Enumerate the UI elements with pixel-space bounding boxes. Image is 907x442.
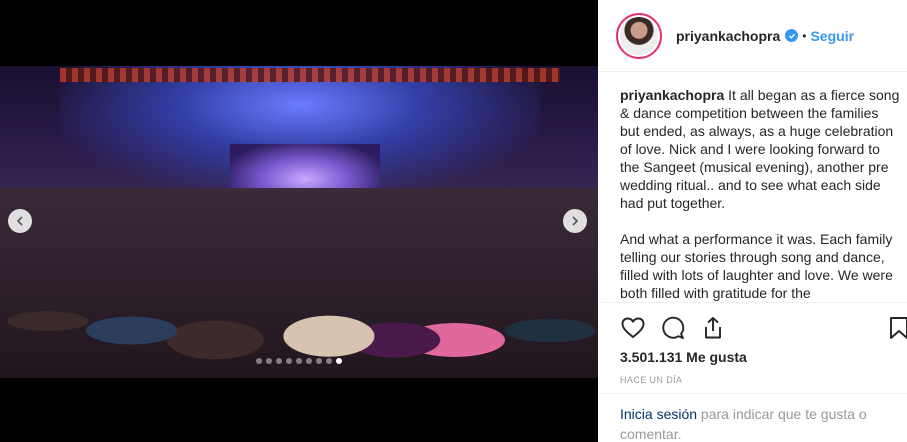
heart-icon bbox=[621, 317, 645, 339]
follow-button[interactable]: Seguir bbox=[810, 28, 854, 44]
header-username[interactable]: priyankachopra bbox=[676, 28, 780, 44]
header-separator: • bbox=[802, 28, 807, 43]
like-count[interactable]: 3.501.131 Me gusta bbox=[620, 349, 747, 365]
chevron-right-icon bbox=[572, 216, 579, 226]
photo-crowd bbox=[0, 188, 598, 378]
carousel-dot bbox=[316, 358, 322, 364]
comment-button[interactable] bbox=[660, 315, 686, 346]
carousel-indicator bbox=[256, 358, 342, 364]
like-button[interactable] bbox=[620, 315, 646, 346]
comment-icon bbox=[662, 316, 685, 339]
caption-paragraph-2: And what a performance it was. Each fami… bbox=[620, 231, 893, 301]
share-button[interactable] bbox=[700, 315, 726, 346]
save-button[interactable] bbox=[887, 315, 907, 346]
post-timestamp[interactable]: HACE UN DÍA bbox=[620, 375, 682, 385]
carousel-dot bbox=[326, 358, 332, 364]
login-link[interactable]: Inicia sesión bbox=[620, 406, 697, 422]
caption-paragraph-1: priyankachopra It all began as a fierce … bbox=[620, 86, 900, 212]
carousel-dot bbox=[276, 358, 282, 364]
photo-truss bbox=[60, 68, 560, 82]
login-prompt: Inicia sesión para indicar que te gusta … bbox=[598, 393, 907, 442]
caption-username[interactable]: priyankachopra bbox=[620, 87, 724, 103]
post-photo[interactable] bbox=[0, 66, 598, 378]
carousel-dot bbox=[306, 358, 312, 364]
post-header: priyankachopra • Seguir bbox=[598, 0, 907, 72]
carousel-dot bbox=[296, 358, 302, 364]
action-icons bbox=[620, 315, 726, 346]
avatar[interactable] bbox=[616, 12, 662, 59]
post-caption: priyankachopra It all began as a fierce … bbox=[620, 86, 900, 301]
carousel-dot bbox=[266, 358, 272, 364]
verified-badge-icon bbox=[785, 29, 799, 42]
carousel-dot bbox=[256, 358, 262, 364]
post-media bbox=[0, 0, 598, 442]
share-icon bbox=[705, 317, 721, 339]
carousel-dot bbox=[336, 358, 342, 364]
post-actions: 3.501.131 Me gusta HACE UN DÍA Inicia se… bbox=[598, 302, 907, 442]
carousel-dot bbox=[286, 358, 292, 364]
avatar-image bbox=[620, 16, 658, 55]
bookmark-icon bbox=[890, 317, 907, 339]
chevron-left-icon bbox=[16, 216, 23, 226]
caption-text-1: It all began as a fierce song & dance co… bbox=[620, 87, 900, 211]
post-side-panel: priyankachopra • Seguir priyankachopra I… bbox=[598, 0, 907, 442]
carousel-next-button[interactable] bbox=[563, 209, 587, 233]
carousel-prev-button[interactable] bbox=[8, 209, 32, 233]
